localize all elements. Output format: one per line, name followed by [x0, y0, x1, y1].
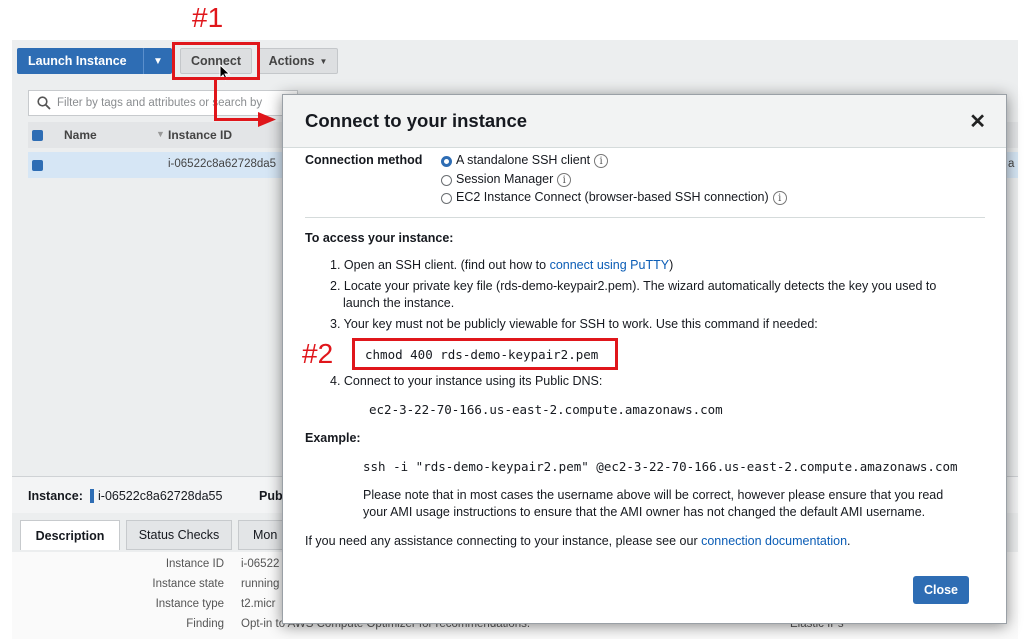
- search-icon: [37, 96, 51, 110]
- radio-standalone-ssh[interactable]: [441, 156, 452, 167]
- chevron-down-icon: ▼: [319, 56, 328, 66]
- column-header-name[interactable]: Name: [64, 128, 97, 142]
- username-note-line-2: your AMI usage instructions to ensure th…: [363, 505, 926, 519]
- step-4-text: 4. Connect to your instance using its Pu…: [330, 374, 603, 388]
- putty-link[interactable]: connect using PuTTY: [550, 258, 670, 272]
- column-header-instance-id[interactable]: Instance ID: [168, 128, 232, 142]
- launch-instance-button[interactable]: Launch Instance: [17, 48, 143, 74]
- detail-label: Instance state: [152, 578, 224, 590]
- connection-method-label: Connection method: [305, 153, 423, 167]
- instance-label: Instance:: [28, 489, 83, 503]
- tab-description[interactable]: Description: [20, 520, 120, 550]
- close-button-label: Close: [923, 583, 959, 597]
- option-session-manager-label: Session Manager i: [456, 172, 572, 187]
- instance-color-marker: [90, 489, 94, 503]
- tab-status-checks[interactable]: Status Checks: [126, 520, 232, 550]
- detail-label: Instance type: [155, 598, 224, 610]
- step-3-text: 3. Your key must not be publicly viewabl…: [330, 317, 818, 331]
- detail-label: Instance ID: [165, 558, 224, 570]
- actions-button[interactable]: Actions ▼: [258, 48, 338, 74]
- divider: [305, 217, 985, 218]
- instance-id-value: i-06522c8a62728da55: [98, 489, 223, 503]
- connection-documentation-link[interactable]: connection documentation: [701, 534, 847, 548]
- step-2-text-cont: launch the instance.: [343, 296, 455, 310]
- row-checkbox[interactable]: [32, 160, 43, 171]
- select-all-checkbox[interactable]: [32, 130, 43, 141]
- option-instance-connect-label: EC2 Instance Connect (browser-based SSH …: [456, 190, 787, 205]
- arrow-right-icon: [258, 112, 276, 127]
- launch-instance-dropdown[interactable]: ▼: [143, 48, 172, 74]
- tab-status-checks-label: Status Checks: [138, 528, 220, 542]
- help-text: If you need any assistance connecting to…: [305, 534, 851, 548]
- detail-value: t2.micr: [241, 598, 276, 610]
- actions-label: Actions: [268, 54, 315, 68]
- annotation-chmod-highlight: [352, 338, 618, 370]
- detail-label: Finding: [186, 618, 224, 630]
- example-heading: Example:: [305, 431, 361, 445]
- modal-title: Connect to your instance: [305, 110, 528, 131]
- option-standalone-ssh-label: A standalone SSH client i: [456, 153, 609, 168]
- detail-value: running: [241, 578, 280, 590]
- radio-session-manager[interactable]: [441, 175, 452, 186]
- close-button[interactable]: Close: [913, 576, 969, 604]
- annotation-step-1: #1: [192, 2, 224, 33]
- access-heading: To access your instance:: [305, 231, 454, 245]
- launch-instance-label: Launch Instance: [28, 54, 127, 68]
- annotation-step-2: #2: [302, 338, 334, 369]
- step-1-text: 1. Open an SSH client. (find out how to …: [330, 258, 674, 272]
- sort-icon: ▼: [156, 129, 165, 139]
- radio-instance-connect[interactable]: [441, 193, 452, 204]
- modal-header: Connect to your instance ✕: [283, 95, 1006, 148]
- username-note-line-1: Please note that in most cases the usern…: [363, 488, 944, 502]
- filter-placeholder: Filter by tags and attributes or search …: [57, 97, 263, 109]
- annotation-arrow-line: [214, 80, 217, 120]
- ssh-example-command[interactable]: ssh -i "rds-demo-keypair2.pem" @ec2-3-22…: [363, 459, 958, 474]
- info-icon[interactable]: i: [594, 153, 609, 168]
- public-dns-value[interactable]: ec2-3-22-70-166.us-east-2.compute.amazon…: [369, 402, 723, 417]
- row-truncated-cell: a: [1008, 158, 1015, 170]
- chevron-down-icon: ▼: [153, 55, 163, 67]
- annotation-arrow-line: [214, 118, 262, 121]
- close-icon[interactable]: ✕: [969, 109, 986, 134]
- info-icon[interactable]: i: [772, 190, 787, 205]
- step-2-text: 2. Locate your private key file (rds-dem…: [330, 279, 937, 293]
- annotation-connect-highlight: [172, 42, 260, 80]
- public-dns-label: Pub: [259, 489, 283, 503]
- tab-description-label: Description: [35, 528, 105, 543]
- info-icon[interactable]: i: [557, 172, 572, 187]
- row-instance-id: i-06522c8a62728da5: [168, 158, 277, 170]
- detail-value: i-06522: [241, 558, 280, 570]
- tab-monitoring-label: Mon: [253, 528, 278, 542]
